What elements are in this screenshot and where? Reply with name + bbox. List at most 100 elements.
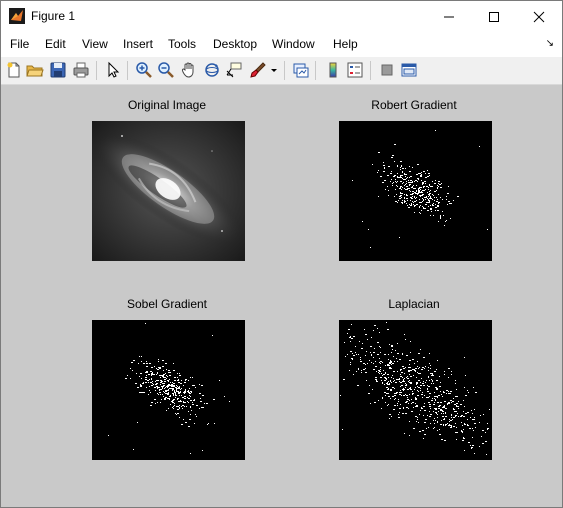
- edge-pixel: [430, 205, 431, 206]
- brush-dropdown-icon[interactable]: [269, 61, 279, 79]
- edge-pixel: [388, 190, 389, 191]
- edge-pixel: [431, 198, 432, 199]
- edge-pixel: [411, 194, 412, 195]
- edge-pixel: [474, 417, 475, 418]
- edge-pixel: [400, 161, 402, 162]
- edge-pixel: [188, 411, 189, 412]
- edge-pixel: [446, 196, 447, 197]
- edge-pixel: [186, 406, 187, 407]
- edge-pixel: [428, 196, 429, 197]
- menu-window[interactable]: Window: [272, 37, 315, 51]
- edge-pixel: [397, 353, 399, 354]
- link-plot-icon[interactable]: [292, 61, 310, 79]
- edge-pixel: [191, 410, 192, 411]
- edge-pixel: [165, 363, 167, 364]
- edge-pixel: [133, 449, 134, 450]
- menu-desktop[interactable]: Desktop: [213, 37, 257, 51]
- edge-pixel: [455, 415, 457, 416]
- edge-pixel: [375, 379, 377, 380]
- rotate-3d-icon[interactable]: [203, 61, 221, 79]
- edge-pixel: [187, 397, 188, 398]
- save-icon[interactable]: [49, 61, 67, 79]
- edge-pixel: [418, 190, 419, 191]
- edit-plot-arrow-icon[interactable]: [104, 61, 122, 79]
- edge-pixel: [428, 402, 430, 403]
- edge-pixel: [463, 429, 464, 430]
- edge-pixel: [178, 387, 180, 388]
- edge-pixel: [416, 382, 417, 383]
- edge-pixel: [401, 166, 402, 167]
- edge-pixel: [412, 198, 413, 199]
- edge-pixel: [444, 401, 446, 402]
- edge-pixel: [444, 225, 445, 226]
- new-figure-icon[interactable]: [5, 61, 23, 79]
- pan-hand-icon[interactable]: [180, 61, 198, 79]
- edge-pixel: [405, 168, 406, 169]
- edge-pixel: [404, 173, 405, 174]
- legend-icon[interactable]: [346, 61, 364, 79]
- edge-pixel: [181, 401, 182, 402]
- menu-insert[interactable]: Insert: [123, 37, 153, 51]
- edge-pixel: [470, 417, 471, 418]
- edge-pixel: [361, 372, 362, 373]
- edge-pixel: [416, 405, 418, 406]
- print-icon[interactable]: [72, 61, 90, 79]
- zoom-out-icon[interactable]: [157, 61, 175, 79]
- edge-pixel: [475, 392, 477, 393]
- minimize-button[interactable]: [426, 1, 471, 32]
- menu-help[interactable]: Help: [333, 37, 358, 51]
- menu-view[interactable]: View: [82, 37, 108, 51]
- edge-pixel: [392, 375, 393, 376]
- dock-arrow-icon[interactable]: ↘: [546, 38, 554, 49]
- hide-plot-tools-icon[interactable]: [378, 61, 396, 79]
- edge-pixel: [373, 330, 374, 331]
- edge-pixel: [194, 423, 195, 424]
- data-cursor-icon[interactable]: [225, 61, 243, 79]
- edge-pixel: [419, 387, 420, 388]
- show-plot-tools-icon[interactable]: [400, 61, 418, 79]
- edge-pixel: [138, 363, 139, 364]
- edge-pixel: [440, 382, 441, 383]
- edge-pixel: [192, 385, 193, 386]
- maximize-button[interactable]: [471, 1, 516, 32]
- edge-pixel: [420, 410, 421, 411]
- edge-pixel: [416, 180, 417, 181]
- edge-pixel: [402, 183, 403, 184]
- edge-pixel: [460, 416, 461, 417]
- close-button[interactable]: [516, 1, 561, 32]
- menu-tools[interactable]: Tools: [168, 37, 196, 51]
- edge-pixel: [399, 188, 401, 189]
- edge-pixel: [380, 176, 382, 177]
- edge-pixel: [174, 391, 175, 392]
- edge-pixel: [172, 400, 173, 401]
- edge-pixel: [420, 349, 421, 350]
- edge-pixel: [418, 192, 419, 193]
- edge-pixel: [185, 379, 187, 380]
- open-file-icon[interactable]: [26, 61, 44, 79]
- colorbar-icon[interactable]: [324, 61, 342, 79]
- menu-edit[interactable]: Edit: [45, 37, 66, 51]
- edge-pixel: [406, 183, 407, 184]
- edge-pixel: [183, 392, 184, 393]
- edge-pixel: [427, 202, 429, 203]
- edge-pixel: [167, 393, 169, 394]
- edge-pixel: [415, 387, 416, 388]
- edge-pixel: [136, 373, 137, 374]
- sobel-gradient-image: [92, 320, 245, 460]
- edge-pixel: [426, 196, 427, 197]
- edge-pixel: [432, 181, 433, 182]
- edge-pixel: [414, 196, 415, 197]
- edge-pixel: [140, 386, 142, 387]
- brush-icon[interactable]: [249, 61, 267, 79]
- edge-pixel: [400, 169, 401, 170]
- edge-pixel: [434, 183, 436, 184]
- edge-pixel: [429, 185, 430, 186]
- edge-pixel: [447, 193, 449, 194]
- edge-pixel: [180, 391, 181, 392]
- edge-pixel: [388, 377, 389, 378]
- edge-pixel: [388, 166, 390, 167]
- edge-pixel: [436, 201, 438, 202]
- zoom-in-icon[interactable]: [135, 61, 153, 79]
- menu-file[interactable]: File: [10, 37, 29, 51]
- edge-pixel: [391, 382, 392, 383]
